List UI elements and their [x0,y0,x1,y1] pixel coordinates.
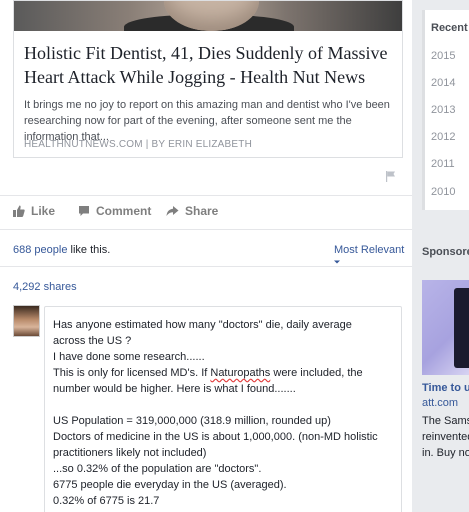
comment-line-text: This is only for licensed MD's. If Natur… [53,367,363,395]
article-source: HEALTHNUTNEWS.COM | BY ERIN ELIZABETH [24,139,252,150]
divider [0,229,412,230]
flag-icon[interactable] [385,170,397,182]
year-item-recent[interactable]: Recent [431,22,468,34]
sort-label: Most Relevant [334,244,405,256]
comment-line: 0.32% of 6775 is 21.7 [53,495,160,507]
sort-comments-dropdown[interactable]: Most Relevant [334,244,412,268]
ad-image[interactable] [422,280,469,375]
divider [0,266,412,267]
year-item-2013[interactable]: 2013 [431,104,455,116]
share-arrow-icon [166,206,179,216]
likes-suffix: like this. [67,244,111,256]
like-label: Like [31,204,56,218]
comment-input-box[interactable]: Has anyone estimated how many "doctors" … [44,306,402,512]
year-item-2011[interactable]: 2011 [431,158,455,170]
news-feed-post: Holistic Fit Dentist, 41, Dies Suddenly … [0,0,412,512]
action-bar: Like Comment Share [13,200,403,224]
share-button[interactable]: Share [166,204,218,218]
year-timeline-nav: Recent 2015 2014 2013 2012 2011 2010 [422,10,469,210]
misspelled-word[interactable]: Naturopaths [210,367,270,379]
share-label: Share [185,204,219,218]
ad-domain: att.com [422,397,459,409]
sponsored-heading: Sponsored [422,246,469,258]
ad-title-link[interactable]: Time to up [422,382,469,394]
comment-line: I have done some research...... [53,351,205,363]
ad-phone-image [454,288,469,368]
comment-text[interactable]: Has anyone estimated how many "doctors" … [53,317,383,509]
comment-line: US Population = 319,000,000 (318.9 milli… [53,415,331,427]
comment-line [53,397,383,413]
year-item-2012[interactable]: 2012 [431,131,455,143]
ad-body-line: reinvented t [422,431,469,443]
comment-line: This is only for licensed MD's. If Natur… [53,365,383,397]
link-preview-card[interactable]: Holistic Fit Dentist, 41, Dies Suddenly … [13,0,403,158]
comment-label: Comment [96,204,152,218]
divider [0,195,412,196]
comment-button[interactable]: Comment [78,204,151,218]
year-item-2014[interactable]: 2014 [431,77,455,89]
likes-summary: 688 people like this. [13,244,110,256]
year-item-2010[interactable]: 2010 [431,186,455,198]
comment-line: 6775 people die everyday in the US (aver… [53,479,287,491]
ad-body-line: in. Buy now [422,447,469,459]
article-image[interactable] [14,1,402,31]
ad-body-line: The Samsu [422,415,469,427]
comment-line: Doctors of medicine in the US is about 1… [53,431,378,459]
ad-body: The Samsu reinvented t in. Buy now [422,413,469,461]
comment-line: Has anyone estimated how many "doctors" … [53,319,352,347]
right-sidebar: Recent 2015 2014 2013 2012 2011 2010 Spo… [412,0,469,512]
article-description: It brings me no joy to report on this am… [24,99,390,143]
caret-down-icon [334,260,340,264]
like-button[interactable]: Like [13,204,55,218]
shares-link[interactable]: 4,292 shares [13,281,77,293]
comment-icon [79,206,89,216]
avatar[interactable] [13,305,40,337]
year-item-2015[interactable]: 2015 [431,50,455,62]
thumbs-up-icon [13,205,25,217]
article-title[interactable]: Holistic Fit Dentist, 41, Dies Suddenly … [24,41,399,89]
comment-line: ...so 0.32% of the population are "docto… [53,463,262,475]
likes-count-link[interactable]: 688 people [13,244,67,256]
